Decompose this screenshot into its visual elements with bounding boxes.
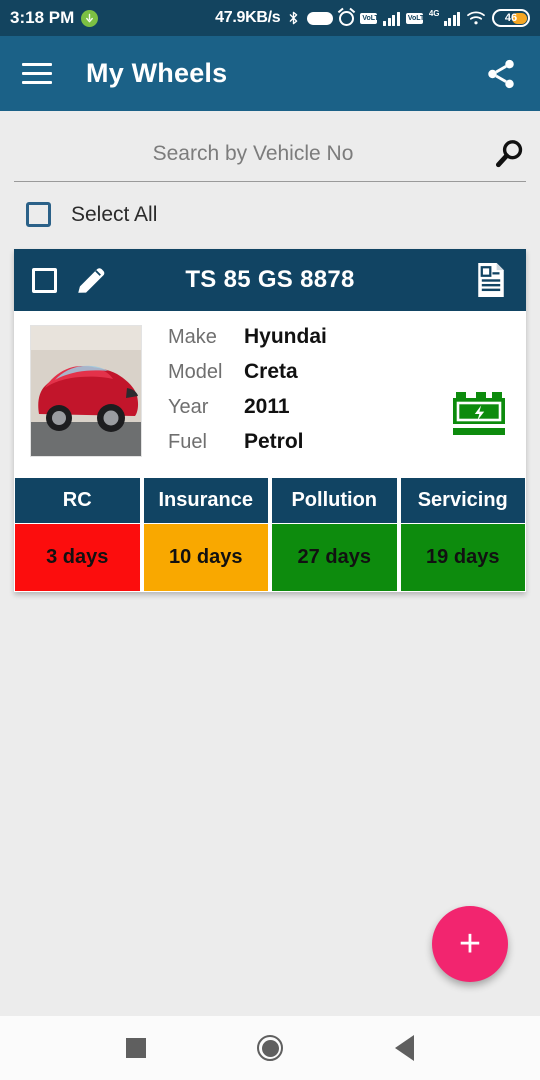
document-icon[interactable] xyxy=(474,261,508,299)
select-all-label: Select All xyxy=(71,202,158,226)
alarm-icon xyxy=(339,10,355,26)
search-icon[interactable] xyxy=(492,137,526,171)
status-tile-value: 3 days xyxy=(14,524,141,592)
back-triangle-icon[interactable] xyxy=(395,1035,415,1061)
status-tile-rc[interactable]: RC 3 days xyxy=(14,477,141,592)
select-all-row[interactable]: Select All xyxy=(0,182,540,227)
search-section xyxy=(0,111,540,182)
vehicle-thumbnail xyxy=(30,325,142,457)
car-battery-icon[interactable] xyxy=(450,389,510,441)
status-bar-left: 3:18 PM xyxy=(10,8,99,28)
recents-square-icon[interactable] xyxy=(125,1038,146,1058)
home-circle-icon[interactable] xyxy=(257,1035,284,1061)
add-vehicle-fab[interactable]: + xyxy=(432,906,508,982)
status-tile-value: 19 days xyxy=(399,524,526,592)
spec-row-fuel: Fuel Petrol xyxy=(168,430,444,454)
status-tiles: RC 3 days Insurance 10 days Pollution 27… xyxy=(14,477,526,592)
spec-value-make: Hyundai xyxy=(244,325,327,348)
vehicle-specs: Make Hyundai Model Creta Year 2011 Fuel … xyxy=(168,325,444,465)
select-all-checkbox[interactable] xyxy=(26,202,51,227)
add-icon: + xyxy=(458,923,482,965)
status-bar-right: 47.9KB/s VoLTE VoLTE 4G 46 xyxy=(215,9,530,27)
spec-value-fuel: Petrol xyxy=(244,430,304,453)
pencil-edit-icon[interactable] xyxy=(73,262,109,298)
share-icon[interactable] xyxy=(484,57,518,91)
status-tile-pollution[interactable]: Pollution 27 days xyxy=(271,477,398,592)
signal-icon xyxy=(383,11,400,26)
network-speed-label: 47.9KB/s xyxy=(215,9,281,26)
clock-time: 3:18 PM xyxy=(10,8,75,27)
status-tile-label: Insurance xyxy=(142,477,269,524)
status-tile-value: 10 days xyxy=(142,524,269,592)
status-tile-servicing[interactable]: Servicing 19 days xyxy=(399,477,526,592)
volte-icon: VoLTE xyxy=(360,12,384,24)
search-input[interactable] xyxy=(14,142,492,166)
android-nav-bar xyxy=(0,1016,540,1080)
status-tile-label: Pollution xyxy=(271,477,398,524)
vehicle-card-body: Make Hyundai Model Creta Year 2011 Fuel … xyxy=(14,311,526,477)
battery-saver-icon xyxy=(307,11,334,25)
battery-level-label: 46 xyxy=(504,12,518,24)
volte-icon-2: VoLTE xyxy=(405,12,429,24)
phone-screen: 3:18 PM 47.9KB/s VoLTE VoLTE 4G 46 My Wh… xyxy=(0,0,540,1080)
vehicle-card[interactable]: TS 85 GS 8878 Make Hyundai Model Creta Y… xyxy=(14,249,526,592)
status-tile-insurance[interactable]: Insurance 10 days xyxy=(142,477,269,592)
vehicle-card-header: TS 85 GS 8878 xyxy=(14,249,526,311)
wifi-icon xyxy=(466,10,486,26)
page-title: My Wheels xyxy=(86,58,228,88)
signal-icon-2 xyxy=(443,11,460,26)
status-tile-value: 27 days xyxy=(271,524,398,592)
network-type-label: 4G xyxy=(428,9,440,18)
download-icon xyxy=(81,9,99,27)
spec-value-model: Creta xyxy=(244,360,298,383)
spec-label-model: Model xyxy=(168,361,223,383)
bluetooth-icon xyxy=(286,9,301,27)
status-bar: 3:18 PM 47.9KB/s VoLTE VoLTE 4G 46 xyxy=(0,0,540,36)
spec-label-year: Year xyxy=(168,396,209,418)
spec-row-make: Make Hyundai xyxy=(168,325,444,349)
vehicle-select-checkbox[interactable] xyxy=(32,267,57,293)
status-tile-label: Servicing xyxy=(399,477,526,524)
status-tile-label: RC xyxy=(14,477,141,524)
spec-row-model: Model Creta xyxy=(168,360,444,384)
hamburger-menu-icon[interactable] xyxy=(22,63,52,84)
app-bar: My Wheels xyxy=(0,36,540,111)
battery-icon: 46 xyxy=(492,9,530,27)
spec-value-year: 2011 xyxy=(244,395,290,418)
search-row xyxy=(14,137,526,182)
spec-row-year: Year 2011 xyxy=(168,395,444,419)
spec-label-fuel: Fuel xyxy=(168,431,207,453)
spec-label-make: Make xyxy=(168,326,217,348)
